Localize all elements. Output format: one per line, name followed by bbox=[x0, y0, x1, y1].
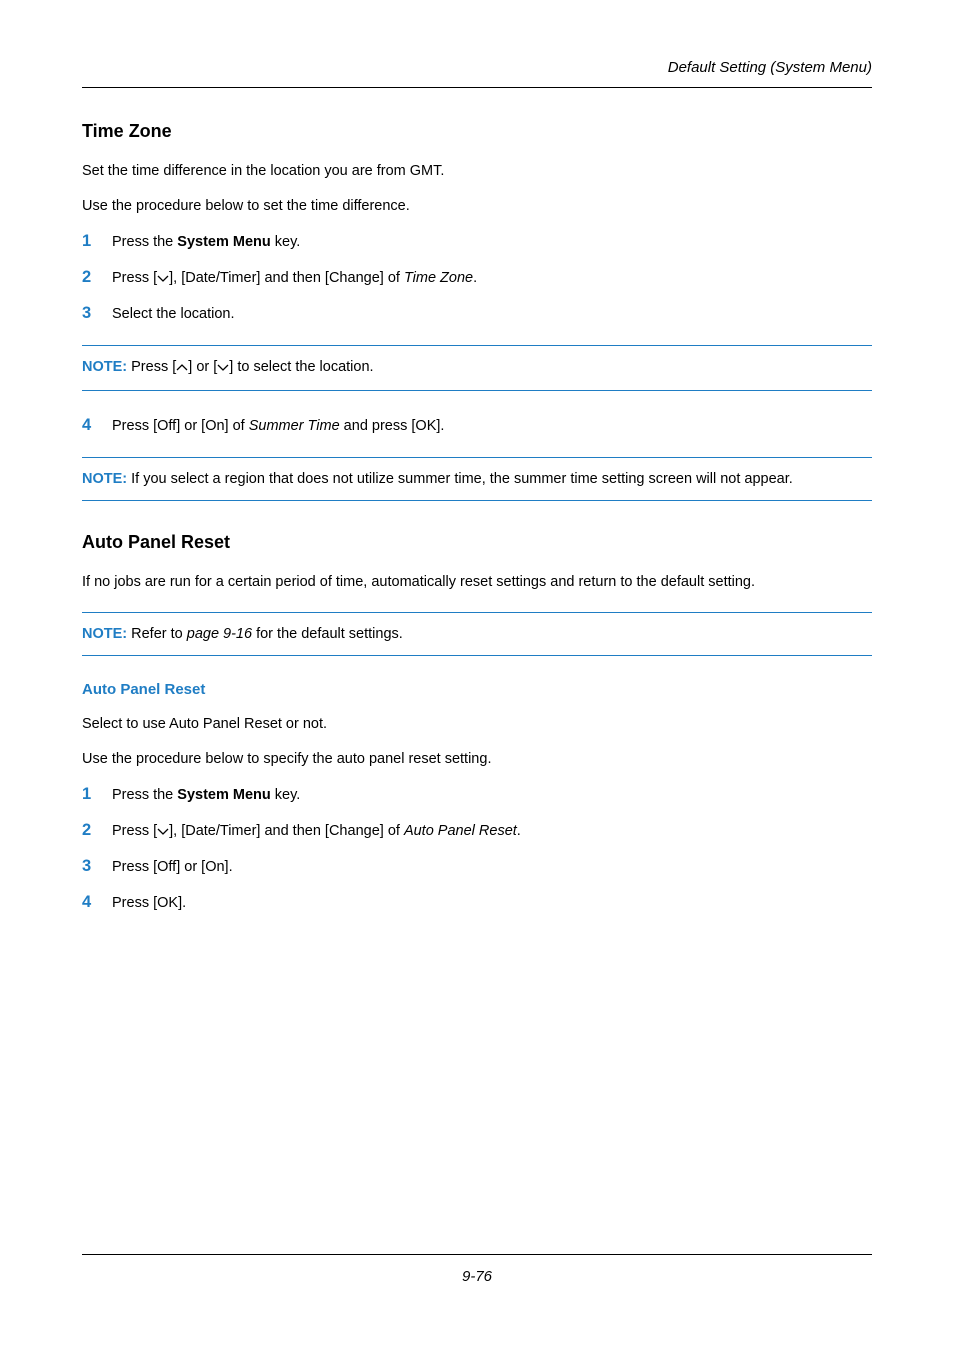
chevron-down-icon bbox=[157, 269, 169, 291]
note-label: NOTE: bbox=[82, 626, 127, 642]
note-text: ] or [ bbox=[188, 359, 217, 375]
step-text: . bbox=[517, 823, 521, 839]
step-item: Press [ ], [Date/Timer] and then [Change]… bbox=[82, 265, 872, 291]
step-italic: Time Zone bbox=[404, 270, 473, 286]
step-text: Press the bbox=[112, 787, 177, 803]
chevron-up-icon bbox=[176, 358, 188, 380]
note-box: NOTE: If you select a region that does n… bbox=[82, 457, 872, 501]
step-text: Press the bbox=[112, 234, 177, 250]
step-text: key. bbox=[271, 234, 301, 250]
paragraph: Set the time difference in the location … bbox=[82, 160, 872, 182]
note-label: NOTE: bbox=[82, 359, 127, 375]
step-text: Press [Off] or [On]. bbox=[112, 856, 233, 878]
paragraph: Use the procedure below to specify the a… bbox=[82, 748, 872, 770]
note-italic: page 9-16 bbox=[187, 626, 252, 642]
note-text: Refer to bbox=[127, 626, 187, 642]
header-rule bbox=[82, 87, 872, 88]
step-text: and press [OK]. bbox=[340, 418, 445, 434]
note-bottom-rule bbox=[82, 390, 872, 391]
note-box: NOTE: Refer to page 9-16 for the default… bbox=[82, 612, 872, 656]
step-text: key. bbox=[271, 787, 301, 803]
step-item: Press [Off] or [On] of Summer Time and p… bbox=[82, 413, 872, 439]
note-text: for the default settings. bbox=[252, 626, 403, 642]
step-text: ], [Date/Timer] and then [Change] of bbox=[169, 270, 404, 286]
step-item: Press [Off] or [On]. bbox=[82, 854, 872, 880]
page-number: 9-76 bbox=[0, 1265, 954, 1288]
step-item: Press [OK]. bbox=[82, 890, 872, 916]
footer-rule bbox=[82, 1254, 872, 1255]
running-header: Default Setting (System Menu) bbox=[82, 56, 872, 79]
step-italic: Auto Panel Reset bbox=[404, 823, 517, 839]
note-bottom-rule bbox=[82, 655, 872, 656]
note-box: NOTE: Press [ ] or [ ] to select the locat… bbox=[82, 345, 872, 391]
section-title-time-zone: Time Zone bbox=[82, 118, 872, 146]
step-bold: System Menu bbox=[177, 234, 270, 250]
step-item: Press [ ], [Date/Timer] and then [Change]… bbox=[82, 818, 872, 844]
note-label: NOTE: bbox=[82, 471, 127, 487]
step-italic: Summer Time bbox=[249, 418, 340, 434]
step-text: Press [ bbox=[112, 270, 157, 286]
note-text: Press [ bbox=[127, 359, 176, 375]
section-title-auto-panel-reset: Auto Panel Reset bbox=[82, 529, 872, 557]
step-text: Press [Off] or [On] of bbox=[112, 418, 249, 434]
chevron-down-icon bbox=[217, 358, 229, 380]
step-text: Select the location. bbox=[112, 303, 235, 325]
note-text: If you select a region that does not uti… bbox=[127, 471, 793, 487]
step-text: Press [OK]. bbox=[112, 892, 186, 914]
paragraph: If no jobs are run for a certain period … bbox=[82, 571, 872, 593]
ordered-steps: Press the System Menu key. Press [ ], [Da… bbox=[82, 229, 872, 327]
step-item: Press the System Menu key. bbox=[82, 782, 872, 808]
step-item: Select the location. bbox=[82, 301, 872, 327]
step-item: Press the System Menu key. bbox=[82, 229, 872, 255]
step-text: . bbox=[473, 270, 477, 286]
note-text: ] to select the location. bbox=[229, 359, 373, 375]
paragraph: Select to use Auto Panel Reset or not. bbox=[82, 713, 872, 735]
subsection-title: Auto Panel Reset bbox=[82, 678, 872, 701]
paragraph: Use the procedure below to set the time … bbox=[82, 195, 872, 217]
ordered-steps: Press [Off] or [On] of Summer Time and p… bbox=[82, 413, 872, 439]
step-text: Press [ bbox=[112, 823, 157, 839]
chevron-down-icon bbox=[157, 822, 169, 844]
ordered-steps: Press the System Menu key. Press [ ], [Da… bbox=[82, 782, 872, 915]
step-bold: System Menu bbox=[177, 787, 270, 803]
page-footer: 9-76 bbox=[0, 1254, 954, 1288]
note-bottom-rule bbox=[82, 500, 872, 501]
step-text: ], [Date/Timer] and then [Change] of bbox=[169, 823, 404, 839]
